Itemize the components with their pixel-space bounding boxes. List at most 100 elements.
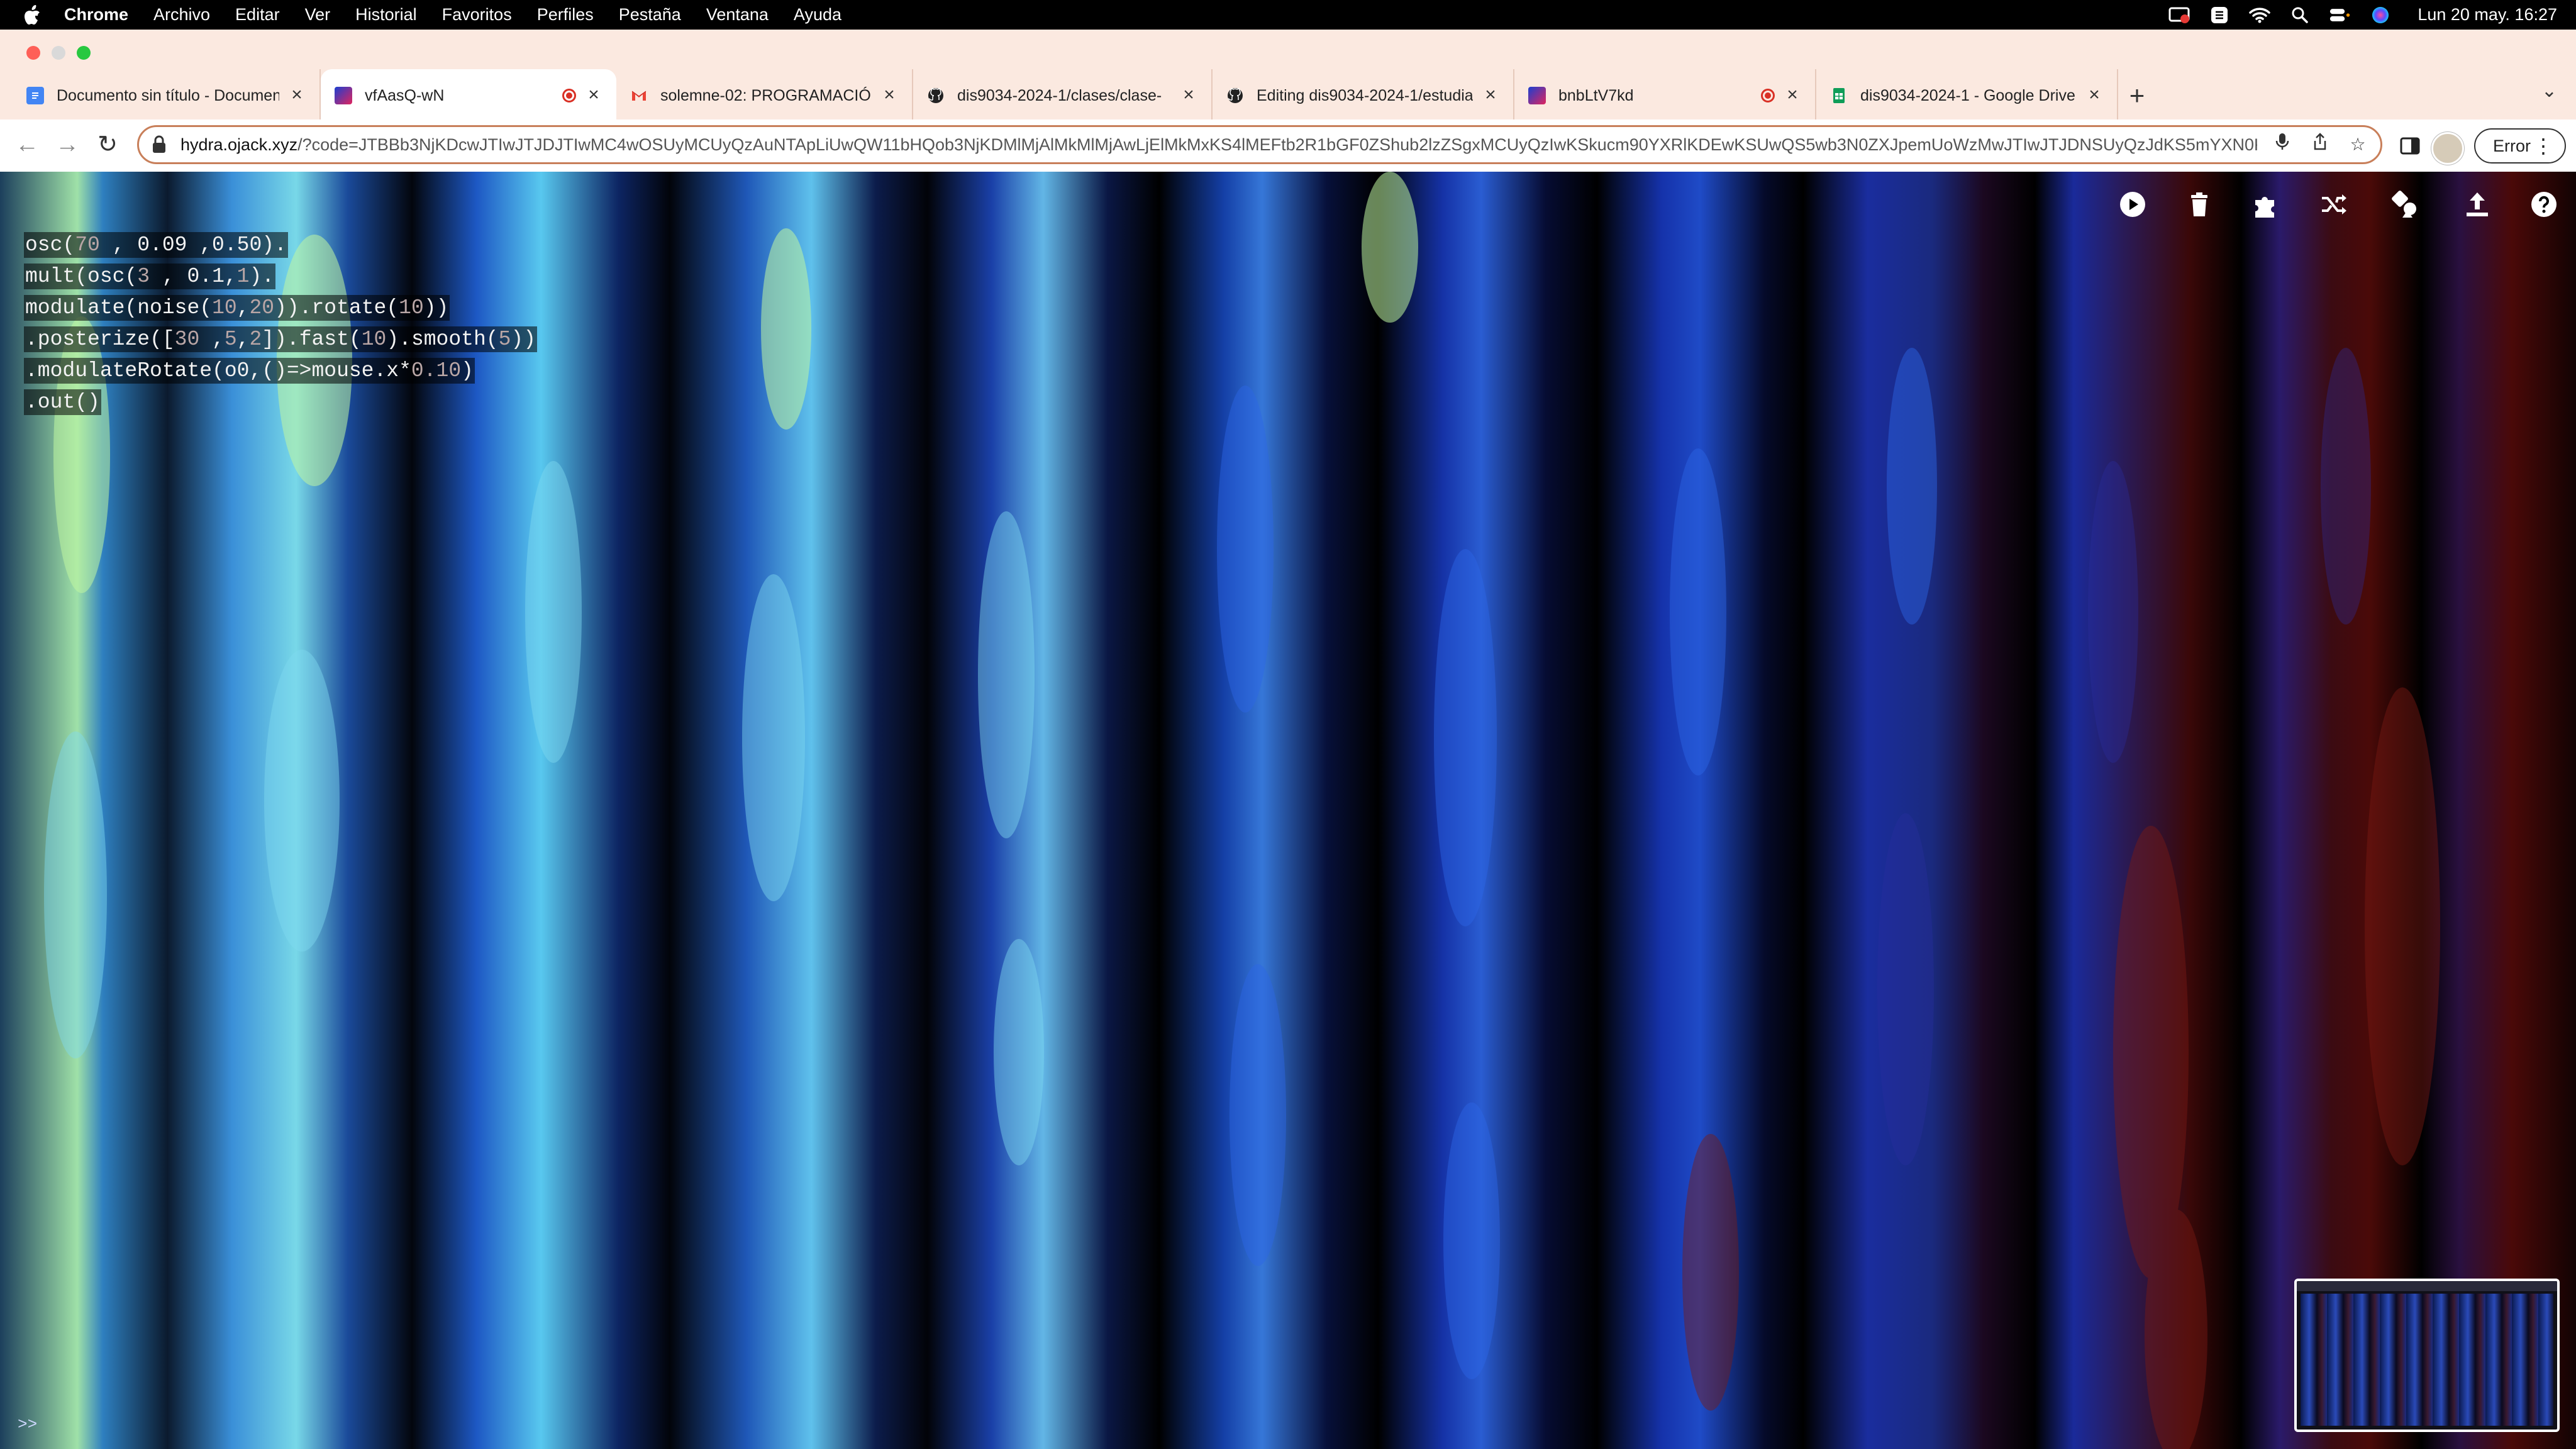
upload-icon[interactable] <box>2462 189 2493 220</box>
code-line[interactable]: osc(70 , 0.09 ,0.50). <box>24 230 537 261</box>
tab-gmail[interactable]: solemne-02: PROGRAMACIÓN × <box>616 69 913 122</box>
tab-google-drive[interactable]: dis9034-2024-1 - Google Drive × <box>1816 69 2118 122</box>
siri-icon[interactable] <box>2370 6 2391 25</box>
code-token: )).rotate( <box>274 296 399 319</box>
keyboard-input-icon[interactable] <box>2209 6 2230 25</box>
tab-google-docs[interactable]: Documento sin título - Documentos de Goo… <box>13 69 321 122</box>
code-line-text: osc(70 , 0.09 ,0.50). <box>24 232 288 258</box>
code-line[interactable]: mult(osc(3 , 0.1,1). <box>24 261 537 292</box>
close-tab-icon[interactable]: × <box>1180 86 1197 104</box>
google-sheets-icon <box>1830 87 1848 104</box>
lock-icon[interactable] <box>152 135 167 154</box>
url-path: /?code=JTBBb3NjKDcwJTIwJTJDJTIwMC4wOSUyM… <box>297 135 2257 154</box>
code-line[interactable]: .posterize([30 ,5,2]).fast(10).smooth(5)… <box>24 324 537 355</box>
hydra-icon <box>1528 87 1546 104</box>
recording-indicator-icon <box>562 89 576 103</box>
menu-favoritos[interactable]: Favoritos <box>442 5 512 25</box>
code-number: 10 <box>361 328 387 351</box>
code-line-text: .posterize([30 ,5,2]).fast(10).smooth(5)… <box>24 326 537 352</box>
console-prompt[interactable]: >> <box>18 1415 37 1434</box>
share-icon[interactable] <box>2307 132 2333 157</box>
url-text[interactable]: hydra.ojack.xyz/?code=JTBBb3NjKDcwJTIwJT… <box>180 135 2257 155</box>
tab-github-clases[interactable]: dis9034-2024-1/clases/clase- × <box>913 69 1213 122</box>
code-token: , 0.09 ,0.50). <box>99 233 287 257</box>
macos-menu-bar: Chrome Archivo Editar Ver Historial Favo… <box>0 0 2576 30</box>
code-editor[interactable]: osc(70 , 0.09 ,0.50). mult(osc(3 , 0.1,1)… <box>24 230 537 418</box>
control-center-icon[interactable] <box>2329 6 2351 25</box>
code-line[interactable]: modulate(noise(10,20)).rotate(10)) <box>24 292 537 324</box>
code-number: 30 <box>174 328 200 351</box>
puzzle-icon[interactable] <box>2250 189 2282 220</box>
code-line-text: modulate(noise(10,20)).rotate(10)) <box>24 295 450 321</box>
code-token: .modulateRotate(o0,()=>mouse.x* <box>25 359 411 382</box>
menu-app-chrome[interactable]: Chrome <box>64 5 128 25</box>
plus-icon: + <box>2129 80 2145 110</box>
code-token: , <box>236 328 250 351</box>
trash-icon[interactable] <box>2184 189 2215 220</box>
code-token: , 0.1, <box>150 265 237 288</box>
menu-ayuda[interactable]: Ayuda <box>794 5 841 25</box>
code-line[interactable]: .out() <box>24 387 537 418</box>
apple-logo-icon[interactable] <box>24 4 42 25</box>
tab-label: vfAasQ-wN <box>365 86 445 104</box>
hydra-icon <box>335 87 352 104</box>
menu-historial[interactable]: Historial <box>355 5 417 25</box>
menu-ventana[interactable]: Ventana <box>706 5 769 25</box>
close-window-button[interactable] <box>26 46 40 60</box>
tab-search-chevron-icon[interactable]: ⌄ <box>2541 80 2557 102</box>
error-button[interactable]: Error ⋮ <box>2474 128 2566 164</box>
code-number: 70 <box>75 233 100 257</box>
screen-share-icon[interactable] <box>2168 6 2190 25</box>
menu-pestana[interactable]: Pestaña <box>619 5 681 25</box>
shuffle-icon[interactable] <box>2318 189 2350 220</box>
code-token: , <box>199 328 225 351</box>
reload-icon[interactable]: ↻ <box>93 131 122 160</box>
code-token: )) <box>511 328 536 351</box>
kebab-menu-icon[interactable]: ⋮ <box>2533 135 2553 157</box>
browser-toolbar: ← → ↻ hydra.ojack.xyz/?code=JTBBb3NjKDcw… <box>0 119 2576 172</box>
tab-github-editing[interactable]: Editing dis9034-2024-1/estudiantes × <box>1213 69 1514 122</box>
screen-share-preview[interactable] <box>2294 1279 2560 1432</box>
close-tab-icon[interactable]: × <box>1784 86 1801 104</box>
play-icon[interactable] <box>2117 189 2148 220</box>
close-tab-icon[interactable]: × <box>1482 86 1499 104</box>
spotlight-search-icon[interactable] <box>2289 6 2311 25</box>
error-label: Error <box>2493 136 2531 155</box>
zoom-window-button[interactable] <box>77 46 91 60</box>
menu-perfiles[interactable]: Perfiles <box>537 5 594 25</box>
menu-archivo[interactable]: Archivo <box>153 5 210 25</box>
shapes-icon[interactable] <box>2390 189 2421 220</box>
minimize-window-button[interactable] <box>52 46 65 60</box>
microphone-icon[interactable] <box>2270 132 2295 157</box>
close-tab-icon[interactable]: × <box>880 86 898 104</box>
new-tab-button[interactable]: + <box>2118 69 2156 122</box>
tab-hydra-bnb[interactable]: bnbLtV7kd × <box>1514 69 1816 122</box>
menu-ver[interactable]: Ver <box>305 5 331 25</box>
side-panel-icon[interactable] <box>2397 133 2423 158</box>
forward-arrow-icon[interactable]: → <box>53 131 82 160</box>
code-token: .posterize([ <box>25 328 175 351</box>
code-token: , <box>236 296 250 319</box>
github-icon <box>1226 87 1244 104</box>
code-number: 5 <box>224 328 237 351</box>
menu-bar-clock[interactable]: Lun 20 may. 16:27 <box>2418 5 2557 25</box>
profile-avatar[interactable] <box>2431 132 2464 165</box>
close-tab-icon[interactable]: × <box>2085 86 2103 104</box>
code-line[interactable]: .modulateRotate(o0,()=>mouse.x*0.10) <box>24 355 537 387</box>
close-tab-icon[interactable]: × <box>288 86 306 104</box>
address-bar[interactable]: hydra.ojack.xyz/?code=JTBBb3NjKDcwJTIwJT… <box>137 125 2382 164</box>
tab-label: solemne-02: PROGRAMACIÓN <box>660 86 872 104</box>
status-area: Lun 20 may. 16:27 <box>2150 0 2557 30</box>
wifi-icon[interactable] <box>2249 6 2271 25</box>
tab-hydra-active[interactable]: vfAasQ-wN × <box>321 69 616 122</box>
tab-label: bnbLtV7kd <box>1558 86 1634 104</box>
back-arrow-icon[interactable]: ← <box>13 131 42 160</box>
hydra-canvas[interactable]: osc(70 , 0.09 ,0.50). mult(osc(3 , 0.1,1)… <box>0 172 2576 1449</box>
code-token: .out() <box>25 391 100 414</box>
bookmark-star-icon[interactable]: ☆ <box>2345 132 2370 157</box>
close-tab-icon[interactable]: × <box>585 86 602 104</box>
help-icon[interactable] <box>2528 189 2560 220</box>
code-number: 2 <box>249 328 262 351</box>
code-number: 5 <box>498 328 511 351</box>
menu-editar[interactable]: Editar <box>235 5 280 25</box>
